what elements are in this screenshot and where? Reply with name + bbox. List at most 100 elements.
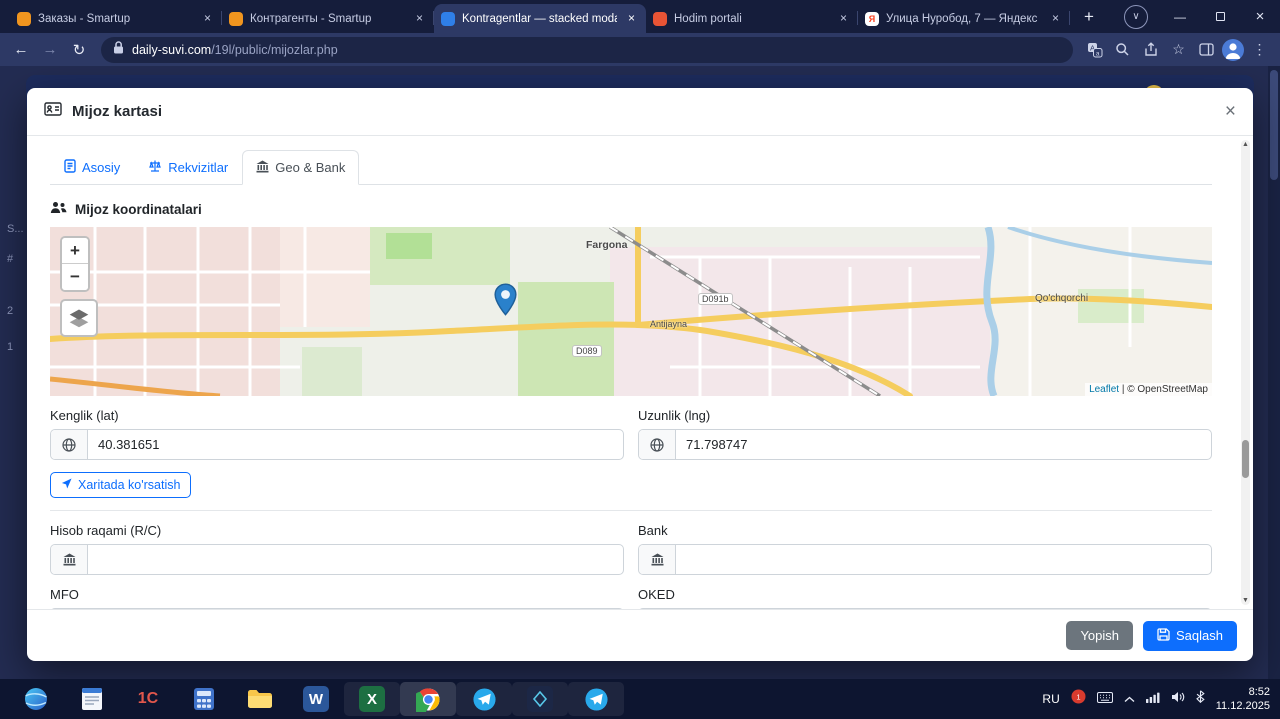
tab-favicon bbox=[229, 11, 243, 26]
language-indicator[interactable]: RU bbox=[1042, 692, 1059, 706]
taskbar-1c-icon[interactable]: 1С bbox=[120, 682, 176, 716]
excel-logo: X bbox=[359, 686, 385, 712]
tab-title: Hodim portali bbox=[674, 12, 742, 25]
tab-title: Заказы - Smartup bbox=[38, 12, 131, 25]
map-city-label: Fargona bbox=[586, 239, 628, 251]
tab-search-icon[interactable]: ∨ bbox=[1124, 4, 1148, 29]
page-scrollbar-thumb[interactable] bbox=[1270, 70, 1278, 180]
tab-title: Контрагенты - Smartup bbox=[250, 12, 372, 25]
bank-row: Hisob raqami (R/C) Bank bbox=[50, 511, 1212, 575]
tab-close-icon[interactable]: × bbox=[200, 11, 215, 26]
globe-icon bbox=[51, 430, 88, 459]
volume-icon[interactable] bbox=[1171, 690, 1185, 708]
taskbar-clock[interactable]: 8:52 11.12.2025 bbox=[1216, 685, 1270, 714]
share-icon[interactable] bbox=[1138, 37, 1163, 62]
reload-icon[interactable]: ↻ bbox=[66, 37, 92, 63]
taskbar-file-explorer-icon[interactable] bbox=[232, 682, 288, 716]
account-input-group bbox=[50, 544, 624, 575]
page-scrollbar[interactable] bbox=[1268, 66, 1280, 679]
tab-favicon bbox=[653, 11, 667, 26]
restore-icon bbox=[1215, 12, 1225, 21]
zoom-in-button[interactable]: + bbox=[62, 238, 88, 264]
background-table-fragment: S... bbox=[7, 223, 24, 235]
browser-toolbar: ← → ↻ daily-suvi.com/19l/public/mijozlar… bbox=[0, 33, 1280, 66]
map-place-label: Qo'chqorchi bbox=[1035, 293, 1089, 304]
section-heading: Mijoz koordinatalari bbox=[50, 201, 1212, 217]
map-zoom-control: + − bbox=[60, 236, 90, 292]
tab-close-icon[interactable]: × bbox=[412, 11, 427, 26]
url-domain: daily-suvi.com bbox=[132, 42, 212, 57]
tab-rekvizitlar[interactable]: Rekvizitlar bbox=[134, 150, 242, 185]
side-panel-icon[interactable] bbox=[1194, 37, 1219, 62]
browser-tab-2[interactable]: Контрагенты - Smartup × bbox=[222, 4, 434, 33]
address-bar[interactable]: daily-suvi.com/19l/public/mijozlar.php bbox=[101, 36, 1073, 63]
browser-menu-kebab-icon[interactable]: ⋮ bbox=[1247, 37, 1272, 62]
window-close-button[interactable]: × bbox=[1240, 0, 1280, 33]
search-icon[interactable] bbox=[1110, 37, 1135, 62]
taskbar-telegram-icon[interactable] bbox=[456, 682, 512, 716]
browser-tab-4[interactable]: Hodim portali × bbox=[646, 4, 858, 33]
translate-icon[interactable]: Aa bbox=[1082, 37, 1107, 62]
leaflet-link[interactable]: Leaflet bbox=[1089, 384, 1119, 395]
oked-label: OKED bbox=[638, 587, 675, 602]
tab-asosiy[interactable]: Asosiy bbox=[50, 150, 134, 185]
modal-close-icon[interactable]: × bbox=[1225, 101, 1236, 123]
leaflet-map[interactable]: + − Fargona D091b D089 Qo'chqorchi Antij… bbox=[50, 227, 1212, 396]
browser-tab-5[interactable]: Я Улица Нуробод, 7 — Яндекс К × bbox=[858, 4, 1070, 33]
window-minimize-button[interactable]: — bbox=[1160, 0, 1200, 33]
new-tab-button[interactable]: + bbox=[1076, 4, 1102, 30]
browser-tab-1[interactable]: Заказы - Smartup × bbox=[10, 4, 222, 33]
forward-icon[interactable]: → bbox=[37, 37, 63, 63]
1c-logo: 1С bbox=[137, 690, 159, 707]
back-icon[interactable]: ← bbox=[8, 37, 34, 63]
taskbar-excel-icon[interactable]: X bbox=[344, 682, 400, 716]
taskbar-telegram-2-icon[interactable] bbox=[568, 682, 624, 716]
lng-input[interactable] bbox=[676, 430, 1211, 459]
scroll-down-icon[interactable]: ▼ bbox=[1241, 597, 1250, 604]
modal-scrollbar[interactable]: ▲ ▼ bbox=[1241, 140, 1250, 605]
browser-tab-3-active[interactable]: Kontragentlar — stacked moda × bbox=[434, 4, 646, 33]
account-input[interactable] bbox=[88, 545, 623, 574]
taskbar-chrome-icon[interactable] bbox=[400, 682, 456, 716]
close-button-label: Yopish bbox=[1080, 628, 1120, 643]
map-marker-icon[interactable] bbox=[494, 283, 517, 321]
profile-avatar[interactable] bbox=[1222, 38, 1244, 61]
close-button[interactable]: Yopish bbox=[1066, 621, 1134, 650]
show-on-map-button[interactable]: Xaritada ko'rsatish bbox=[50, 472, 192, 498]
lat-input[interactable] bbox=[88, 430, 623, 459]
modal-scrollbar-thumb[interactable] bbox=[1242, 440, 1249, 478]
map-graphic bbox=[50, 227, 1212, 396]
modal-body: Asosiy Rekvizitlar Geo & Bank Mijoz koor… bbox=[27, 136, 1253, 609]
taskbar-calculator-app-icon[interactable] bbox=[176, 682, 232, 716]
tab-favicon bbox=[17, 11, 31, 26]
tab-close-icon[interactable]: × bbox=[624, 11, 639, 26]
bank-icon bbox=[256, 160, 269, 176]
tab-close-icon[interactable]: × bbox=[836, 11, 851, 26]
taskbar-notes-app-icon[interactable] bbox=[64, 682, 120, 716]
modal-header: Mijoz kartasi × bbox=[27, 88, 1253, 136]
network-signal-icon[interactable] bbox=[1145, 690, 1160, 708]
oked-input-group bbox=[638, 608, 1212, 609]
scroll-up-icon[interactable]: ▲ bbox=[1241, 141, 1250, 148]
svg-text:a: a bbox=[1095, 50, 1099, 57]
save-button[interactable]: Saqlash bbox=[1143, 620, 1237, 651]
keyboard-icon[interactable] bbox=[1096, 690, 1113, 708]
taskbar-dark-app-icon[interactable] bbox=[512, 682, 568, 716]
bank-input[interactable] bbox=[676, 545, 1211, 574]
tray-expand-chevron-icon[interactable] bbox=[1124, 690, 1135, 708]
mfo-oked-row: MFO OKED bbox=[50, 575, 1212, 609]
taskbar-word-icon[interactable]: W bbox=[288, 682, 344, 716]
tab-geo-bank-active[interactable]: Geo & Bank bbox=[242, 150, 360, 185]
bluetooth-icon[interactable] bbox=[1195, 690, 1205, 708]
zoom-out-button[interactable]: − bbox=[62, 264, 88, 290]
tab-close-icon[interactable]: × bbox=[1048, 11, 1063, 26]
map-layers-button[interactable] bbox=[60, 299, 98, 337]
window-restore-button[interactable] bbox=[1200, 0, 1240, 33]
system-tray: RU 1 8:52 11.12.2025 bbox=[1042, 679, 1270, 719]
bank-icon bbox=[639, 545, 676, 574]
tab-title: Улица Нуробод, 7 — Яндекс К bbox=[886, 12, 1041, 25]
tray-1c-notification-icon[interactable]: 1 bbox=[1071, 689, 1086, 709]
star-icon[interactable]: ☆ bbox=[1166, 37, 1191, 62]
taskbar-browser-globe-icon[interactable] bbox=[8, 682, 64, 716]
lat-input-group bbox=[50, 429, 624, 460]
